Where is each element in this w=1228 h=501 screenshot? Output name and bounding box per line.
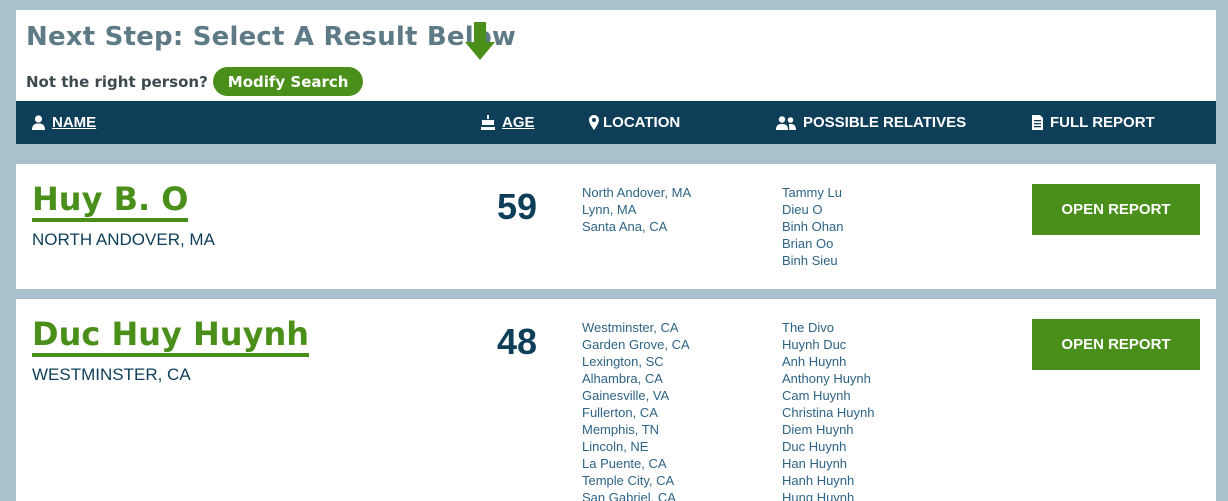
location-item: Memphis, TN <box>582 422 660 437</box>
relative-item: Tammy Lu <box>782 185 842 200</box>
relative-item: The Divo <box>782 320 835 335</box>
relative-item: Hung Huynh <box>782 490 855 501</box>
location-item: Santa Ana, CA <box>582 219 668 234</box>
location-item: Garden Grove, CA <box>582 337 690 352</box>
column-header-report: FULL REPORT <box>1032 101 1155 144</box>
result-locations: North Andover, MA Lynn, MA Santa Ana, CA <box>582 184 691 235</box>
not-right-person-text: Not the right person? <box>26 72 208 91</box>
column-header-location-label: LOCATION <box>603 114 681 131</box>
column-header-name-label: NAME <box>52 114 97 131</box>
relative-item: Brian Oo <box>782 236 834 251</box>
relative-item: Han Huynh <box>782 456 848 471</box>
result-city: WESTMINSTER, CA <box>32 365 191 384</box>
result-city: NORTH ANDOVER, MA <box>32 230 215 249</box>
location-item: Gainesville, VA <box>582 388 670 403</box>
result-age: 48 <box>496 321 538 362</box>
column-header-age-label: AGE <box>502 114 535 131</box>
result-card: Huy B. O NORTH ANDOVER, MA 59 North Ando… <box>16 164 1216 289</box>
page-title: Next Step: Select A Result Below <box>26 22 517 52</box>
modify-search-button[interactable]: Modify Search <box>212 67 364 96</box>
arrow-down-icon <box>465 22 495 60</box>
location-item: North Andover, MA <box>582 185 692 200</box>
column-header-relatives-label: POSSIBLE RELATIVES <box>803 114 967 131</box>
modify-search-row: Not the right person? Modify Search <box>26 67 364 96</box>
location-item: Alhambra, CA <box>582 371 663 386</box>
location-item: Temple City, CA <box>582 473 675 488</box>
location-item: Lexington, SC <box>582 354 664 369</box>
relative-item: Dieu O <box>782 202 823 217</box>
relative-item: Diem Huynh <box>782 422 854 437</box>
open-report-button[interactable]: OPEN REPORT <box>1032 319 1200 370</box>
result-locations: Westminster, CA Garden Grove, CA Lexingt… <box>582 319 690 501</box>
column-header-report-label: FULL REPORT <box>1050 114 1155 131</box>
relative-item: Duc Huynh <box>782 439 847 454</box>
relative-item: Binh Ohan <box>782 219 844 234</box>
relative-item: Huynh Duc <box>782 337 847 352</box>
column-header-name[interactable]: NAME <box>32 101 96 144</box>
column-header-relatives: POSSIBLE RELATIVES <box>776 101 966 144</box>
location-item: La Puente, CA <box>582 456 667 471</box>
results-table-header: NAME AGE LOCATION POSSIBLE RELATIVES FUL… <box>16 101 1216 144</box>
result-relatives: The Divo Huynh Duc Anh Huynh Anthony Huy… <box>782 319 875 501</box>
relative-item: Hanh Huynh <box>782 473 855 488</box>
relative-item: Anthony Huynh <box>782 371 871 386</box>
relative-item: Christina Huynh <box>782 405 875 420</box>
map-pin-icon <box>589 115 599 130</box>
location-item: Lynn, MA <box>582 202 637 217</box>
relative-item: Anh Huynh <box>782 354 847 369</box>
result-name-link[interactable]: Duc Huy Huynh <box>32 316 309 357</box>
relative-item: Binh Sieu <box>782 253 838 268</box>
result-name-link[interactable]: Huy B. O <box>32 181 189 222</box>
open-report-button[interactable]: OPEN REPORT <box>1032 184 1200 235</box>
results-intro-panel: Next Step: Select A Result Below Not the… <box>16 10 1216 101</box>
people-icon <box>776 115 796 130</box>
location-item: Lincoln, NE <box>582 439 649 454</box>
column-header-age[interactable]: AGE <box>481 101 535 144</box>
column-header-location: LOCATION <box>589 101 680 144</box>
location-item: San Gabriel, CA <box>582 490 676 501</box>
location-item: Fullerton, CA <box>582 405 658 420</box>
result-relatives: Tammy Lu Dieu O Binh Ohan Brian Oo Binh … <box>782 184 843 269</box>
cake-icon <box>481 115 495 130</box>
result-card: Duc Huy Huynh WESTMINSTER, CA 48 Westmin… <box>16 299 1216 501</box>
document-icon <box>1032 115 1043 130</box>
location-item: Westminster, CA <box>582 320 679 335</box>
result-age: 59 <box>496 186 538 227</box>
relative-item: Cam Huynh <box>782 388 851 403</box>
person-icon <box>32 115 45 130</box>
